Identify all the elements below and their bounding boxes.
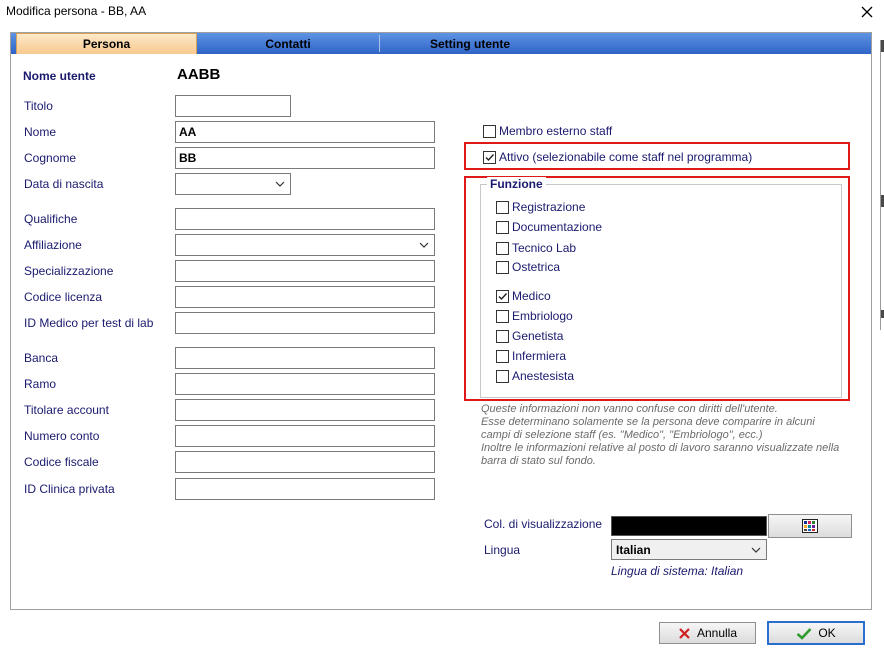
medico-checkbox[interactable] (496, 290, 509, 303)
codice-licenza-input[interactable] (175, 286, 435, 308)
affiliazione-select[interactable] (175, 234, 435, 256)
lingua-sistema-text: Lingua di sistema: Italian (611, 564, 744, 578)
data-nascita-select[interactable] (175, 173, 291, 195)
annulla-label: Annulla (696, 626, 738, 640)
ramo-input[interactable] (175, 373, 435, 395)
checkmark-icon (485, 154, 495, 162)
chevron-down-icon (751, 547, 761, 553)
chevron-down-icon (275, 181, 285, 187)
checkmark-icon (796, 627, 812, 640)
specializzazione-label: Specializzazione (24, 264, 114, 278)
embriologo-label: Embriologo (512, 309, 573, 323)
medico-label: Medico (512, 289, 551, 303)
infermiera-checkbox[interactable] (496, 350, 509, 363)
cognome-input[interactable]: BB (175, 147, 435, 169)
info-note-line: Inoltre le informazioni relative al post… (481, 442, 840, 454)
color-palette-icon (802, 519, 818, 533)
window-title: Modifica persona - BB, AA (6, 4, 147, 18)
chevron-down-icon (419, 242, 429, 248)
qualifiche-label: Qualifiche (24, 212, 78, 226)
qualifiche-input[interactable] (175, 208, 435, 230)
membro-esterno-label: Membro esterno staff (499, 124, 613, 138)
banca-input[interactable] (175, 347, 435, 369)
numero-conto-input[interactable] (175, 425, 435, 447)
membro-esterno-checkbox[interactable] (483, 125, 496, 138)
ok-label: OK (818, 626, 836, 640)
documentazione-checkbox[interactable] (496, 221, 509, 234)
lingua-select[interactable]: Italian (611, 539, 767, 560)
color-label: Col. di visualizzazione (484, 517, 603, 531)
annulla-button[interactable]: Annulla (659, 622, 756, 644)
anestesista-checkbox[interactable] (496, 370, 509, 383)
ok-button[interactable]: OK (767, 621, 865, 645)
id-medico-input[interactable] (175, 312, 435, 334)
codice-fiscale-input[interactable] (175, 451, 435, 473)
specializzazione-input[interactable] (175, 260, 435, 282)
genetista-label: Genetista (512, 329, 564, 343)
lingua-label: Lingua (484, 543, 521, 557)
titolo-label: Titolo (24, 99, 53, 113)
attivo-label: Attivo (selezionabile come staff nel pro… (499, 150, 753, 164)
info-note-line: Queste informazioni non vanno confuse co… (481, 403, 778, 415)
tecnico-lab-checkbox[interactable] (496, 242, 509, 255)
background-window-edge (880, 40, 884, 330)
embriologo-checkbox[interactable] (496, 310, 509, 323)
ostetrica-label: Ostetrica (512, 260, 561, 274)
registrazione-checkbox[interactable] (496, 201, 509, 214)
lingua-value: Italian (616, 543, 651, 557)
titolare-account-input[interactable] (175, 399, 435, 421)
registrazione-label: Registrazione (512, 200, 586, 214)
color-swatch (611, 516, 767, 536)
tab-setting-utente[interactable]: Setting utente (380, 33, 560, 54)
documentazione-label: Documentazione (512, 220, 603, 234)
info-note-line: Esse determinano solamente se la persona… (481, 416, 815, 428)
info-note: Queste informazioni non vanno confuse co… (481, 403, 861, 468)
anestesista-label: Anestesista (512, 369, 575, 383)
cognome-label: Cognome (24, 151, 77, 165)
infermiera-label: Infermiera (512, 349, 567, 363)
banca-label: Banca (24, 351, 59, 365)
id-clinica-input[interactable] (175, 478, 435, 500)
tecnico-lab-label: Tecnico Lab (512, 241, 577, 255)
funzione-title: Funzione (487, 177, 546, 191)
genetista-checkbox[interactable] (496, 330, 509, 343)
codice-fiscale-label: Codice fiscale (24, 455, 99, 469)
nome-input[interactable]: AA (175, 121, 435, 143)
close-icon (861, 6, 873, 18)
titolare-account-label: Titolare account (24, 403, 109, 417)
numero-conto-label: Numero conto (24, 429, 100, 443)
checkmark-icon (498, 293, 508, 301)
tab-contatti[interactable]: Contatti (198, 33, 378, 54)
username-value: AABB (177, 66, 221, 83)
info-note-line: barra di stato sul fondo. (481, 455, 596, 467)
ramo-label: Ramo (24, 377, 57, 391)
ostetrica-checkbox[interactable] (496, 261, 509, 274)
close-button[interactable] (856, 1, 878, 23)
tab-persona[interactable]: Persona (16, 33, 197, 54)
titolo-input[interactable] (175, 95, 291, 117)
data-nascita-label: Data di nascita (24, 177, 104, 191)
attivo-checkbox[interactable] (483, 151, 496, 164)
cancel-x-icon (679, 627, 690, 639)
username-label: Nome utente (23, 69, 96, 83)
id-medico-label: ID Medico per test di lab (24, 316, 154, 330)
codice-licenza-label: Codice licenza (24, 290, 103, 304)
color-picker-button[interactable] (768, 514, 852, 538)
id-clinica-label: ID Clinica privata (24, 482, 115, 496)
info-note-line: campi di selezione staff (es. "Medico", … (481, 429, 763, 441)
nome-label: Nome (24, 125, 57, 139)
affiliazione-label: Affiliazione (24, 238, 82, 252)
